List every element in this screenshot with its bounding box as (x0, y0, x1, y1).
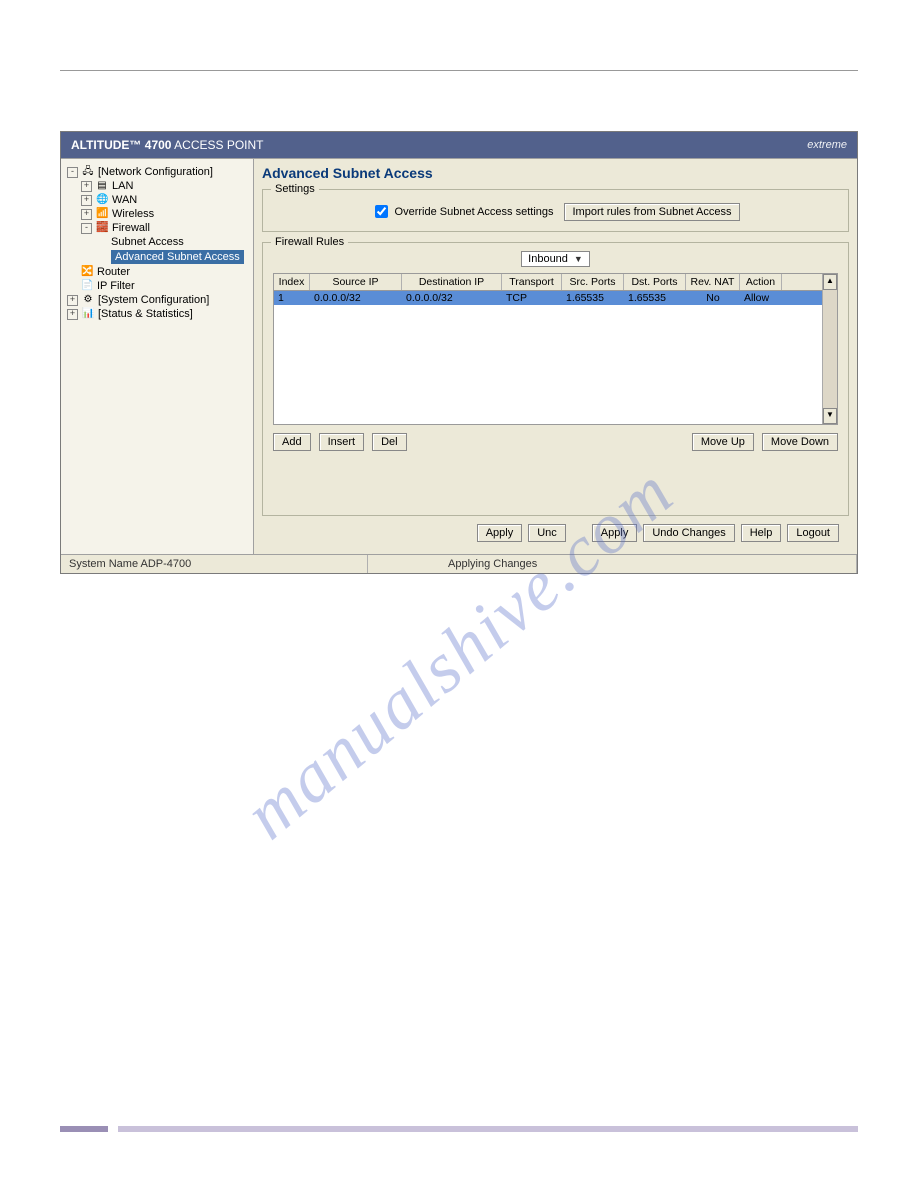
override-checkbox[interactable] (375, 205, 388, 218)
tree-node-router[interactable]: 🔀Router (63, 265, 251, 279)
col-dest-ip[interactable]: Destination IP (402, 274, 502, 290)
move-down-button[interactable]: Move Down (762, 433, 838, 451)
firewall-rules-fieldset: Firewall Rules Inbound ▼ Index Source IP… (262, 242, 849, 516)
page-footer-rule (60, 1126, 858, 1132)
direction-dropdown[interactable]: Inbound ▼ (521, 251, 590, 267)
status-system-name: System Name ADP-4700 (61, 555, 368, 573)
tree-node-wan[interactable]: +🌐WAN (63, 193, 251, 207)
product-prefix: ALTITUDE™ (71, 138, 141, 152)
chevron-down-icon: ▼ (574, 254, 583, 264)
expand-icon[interactable]: + (67, 309, 78, 320)
cell-action: Allow (740, 291, 782, 305)
tree-node-system-config[interactable]: +⚙[System Configuration] (63, 293, 251, 307)
insert-button[interactable]: Insert (319, 433, 365, 451)
expand-icon[interactable]: + (67, 295, 78, 306)
cell-index: 1 (274, 291, 310, 305)
wireless-icon: 📶 (96, 208, 108, 220)
col-rev-nat[interactable]: Rev. NAT (686, 274, 740, 290)
rules-table: Index Source IP Destination IP Transport… (273, 273, 838, 425)
cell-source-ip: 0.0.0.0/32 (310, 291, 402, 305)
expand-icon[interactable]: + (81, 195, 92, 206)
firewall-icon: 🧱 (96, 222, 108, 234)
wan-icon: 🌐 (96, 194, 108, 206)
help-button[interactable]: Help (741, 524, 782, 542)
expand-icon[interactable]: + (81, 209, 92, 220)
table-header-row: Index Source IP Destination IP Transport… (274, 274, 837, 291)
stats-icon: 📊 (82, 308, 94, 320)
navigation-tree: -🖧[Network Configuration] +▤LAN +🌐WAN +📶… (61, 159, 254, 554)
tree-node-ip-filter[interactable]: 📄IP Filter (63, 279, 251, 293)
apply-button-inner[interactable]: Apply (477, 524, 523, 542)
top-rule (60, 70, 858, 71)
cell-dest-ip: 0.0.0.0/32 (402, 291, 502, 305)
product-suffix: ACCESS POINT (174, 138, 263, 152)
cell-rev-nat: No (686, 291, 740, 305)
override-text: Override Subnet Access settings (395, 206, 554, 218)
scroll-track[interactable] (823, 288, 837, 410)
tree-node-subnet-access[interactable]: Subnet Access (63, 235, 251, 249)
col-index[interactable]: Index (274, 274, 310, 290)
tree-node-network-config[interactable]: -🖧[Network Configuration] (63, 165, 251, 179)
filter-icon: 📄 (81, 280, 93, 292)
collapse-icon[interactable]: - (81, 223, 92, 234)
import-rules-button[interactable]: Import rules from Subnet Access (564, 203, 741, 221)
status-bar: System Name ADP-4700 Applying Changes (61, 554, 857, 573)
product-model: 4700 (145, 138, 172, 152)
cell-src-ports: 1.65535 (562, 291, 624, 305)
col-src-ports[interactable]: Src. Ports (562, 274, 624, 290)
col-source-ip[interactable]: Source IP (310, 274, 402, 290)
tree-node-status-stats[interactable]: +📊[Status & Statistics] (63, 307, 251, 321)
logout-button[interactable]: Logout (787, 524, 839, 542)
brand-logo: extreme (807, 139, 847, 151)
page-title: Advanced Subnet Access (262, 163, 849, 185)
override-checkbox-label[interactable]: Override Subnet Access settings (371, 202, 554, 221)
col-action[interactable]: Action (740, 274, 782, 290)
apply-button[interactable]: Apply (592, 524, 638, 542)
status-message: Applying Changes (368, 555, 857, 573)
rules-legend: Firewall Rules (271, 236, 348, 248)
direction-value: Inbound (528, 253, 568, 265)
tree-node-firewall[interactable]: -🧱Firewall (63, 221, 251, 235)
system-icon: ⚙ (82, 294, 94, 306)
cell-transport: TCP (502, 291, 562, 305)
tree-node-lan[interactable]: +▤LAN (63, 179, 251, 193)
delete-button[interactable]: Del (372, 433, 407, 451)
cell-dst-ports: 1.65535 (624, 291, 686, 305)
product-title: ALTITUDE™ 4700 ACCESS POINT (71, 138, 264, 152)
expand-icon[interactable]: + (81, 181, 92, 192)
undo-short-button[interactable]: Unc (528, 524, 566, 542)
scroll-down-icon[interactable]: ▼ (823, 408, 837, 424)
lan-icon: ▤ (96, 180, 108, 192)
table-scrollbar[interactable]: ▲ ▼ (822, 274, 837, 424)
footer-buttons: Apply Unc Apply Undo Changes Help Logout (262, 520, 849, 548)
table-row[interactable]: 1 0.0.0.0/32 0.0.0.0/32 TCP 1.65535 1.65… (274, 291, 837, 305)
router-icon: 🔀 (81, 266, 93, 278)
network-icon: 🖧 (82, 166, 94, 178)
content-panel: Advanced Subnet Access Settings Override… (254, 159, 857, 554)
undo-changes-button[interactable]: Undo Changes (643, 524, 734, 542)
add-button[interactable]: Add (273, 433, 311, 451)
settings-legend: Settings (271, 183, 319, 195)
app-window: ALTITUDE™ 4700 ACCESS POINT extreme -🖧[N… (60, 131, 858, 574)
tree-node-advanced-subnet-access[interactable]: Advanced Subnet Access (63, 249, 251, 265)
header-bar: ALTITUDE™ 4700 ACCESS POINT extreme (61, 132, 857, 158)
move-up-button[interactable]: Move Up (692, 433, 754, 451)
col-dst-ports[interactable]: Dst. Ports (624, 274, 686, 290)
col-transport[interactable]: Transport (502, 274, 562, 290)
collapse-icon[interactable]: - (67, 167, 78, 178)
settings-fieldset: Settings Override Subnet Access settings… (262, 189, 849, 232)
tree-node-wireless[interactable]: +📶Wireless (63, 207, 251, 221)
